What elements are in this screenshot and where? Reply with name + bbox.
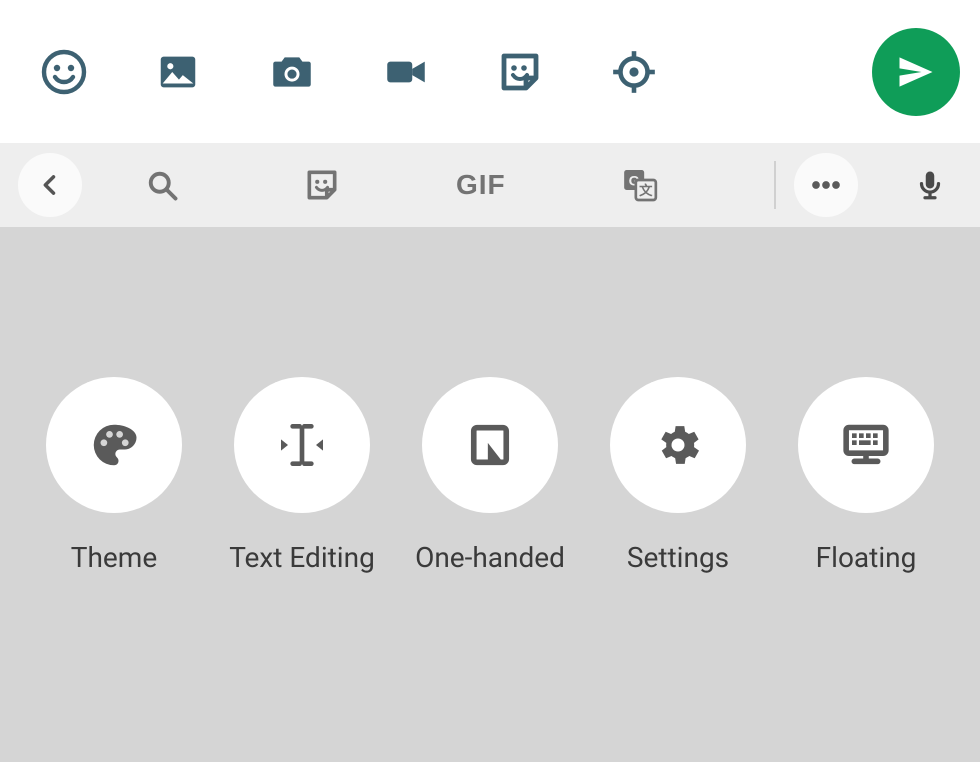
location-icon[interactable] xyxy=(608,46,660,98)
emoji-icon[interactable] xyxy=(38,46,90,98)
mic-icon xyxy=(913,168,947,202)
keyboard-suggestion-strip: GIF G 文 xyxy=(0,143,980,227)
send-button[interactable] xyxy=(872,28,960,116)
sticker-button[interactable] xyxy=(290,153,354,217)
gallery-icon[interactable] xyxy=(152,46,204,98)
more-horizontal-icon xyxy=(806,165,846,205)
floating-keyboard-icon xyxy=(798,377,934,513)
palette-icon xyxy=(46,377,182,513)
chevron-left-icon xyxy=(36,171,64,199)
option-settings[interactable]: Settings xyxy=(588,377,768,574)
text-cursor-icon xyxy=(234,377,370,513)
option-text-editing[interactable]: Text Editing xyxy=(212,377,392,574)
more-button[interactable] xyxy=(794,153,858,217)
option-label: Floating xyxy=(816,541,917,574)
svg-text:文: 文 xyxy=(639,182,653,198)
sticker-icon xyxy=(303,166,341,204)
option-floating[interactable]: Floating xyxy=(776,377,956,574)
option-label: One-handed xyxy=(415,541,565,574)
option-one-handed[interactable]: One-handed xyxy=(400,377,580,574)
video-icon[interactable] xyxy=(380,46,432,98)
option-label: Settings xyxy=(627,541,729,574)
gif-label: GIF xyxy=(456,169,506,201)
option-theme[interactable]: Theme xyxy=(24,377,204,574)
option-label: Text Editing xyxy=(229,541,375,574)
camera-icon[interactable] xyxy=(266,46,318,98)
send-icon xyxy=(894,50,938,94)
translate-icon: G 文 xyxy=(620,165,660,205)
translate-button[interactable]: G 文 xyxy=(608,153,672,217)
option-label: Theme xyxy=(71,541,157,574)
mic-button[interactable] xyxy=(898,153,962,217)
gear-icon xyxy=(610,377,746,513)
attachment-icons xyxy=(20,46,660,98)
back-button[interactable] xyxy=(18,153,82,217)
search-button[interactable] xyxy=(130,153,194,217)
search-icon xyxy=(144,167,180,203)
gif-button[interactable]: GIF xyxy=(450,153,512,217)
sticker-icon[interactable] xyxy=(494,46,546,98)
divider xyxy=(774,161,776,209)
keyboard-options-panel: Theme Text Editing One-handed Settings xyxy=(0,227,980,762)
attachment-bar xyxy=(0,0,980,143)
one-handed-icon xyxy=(422,377,558,513)
